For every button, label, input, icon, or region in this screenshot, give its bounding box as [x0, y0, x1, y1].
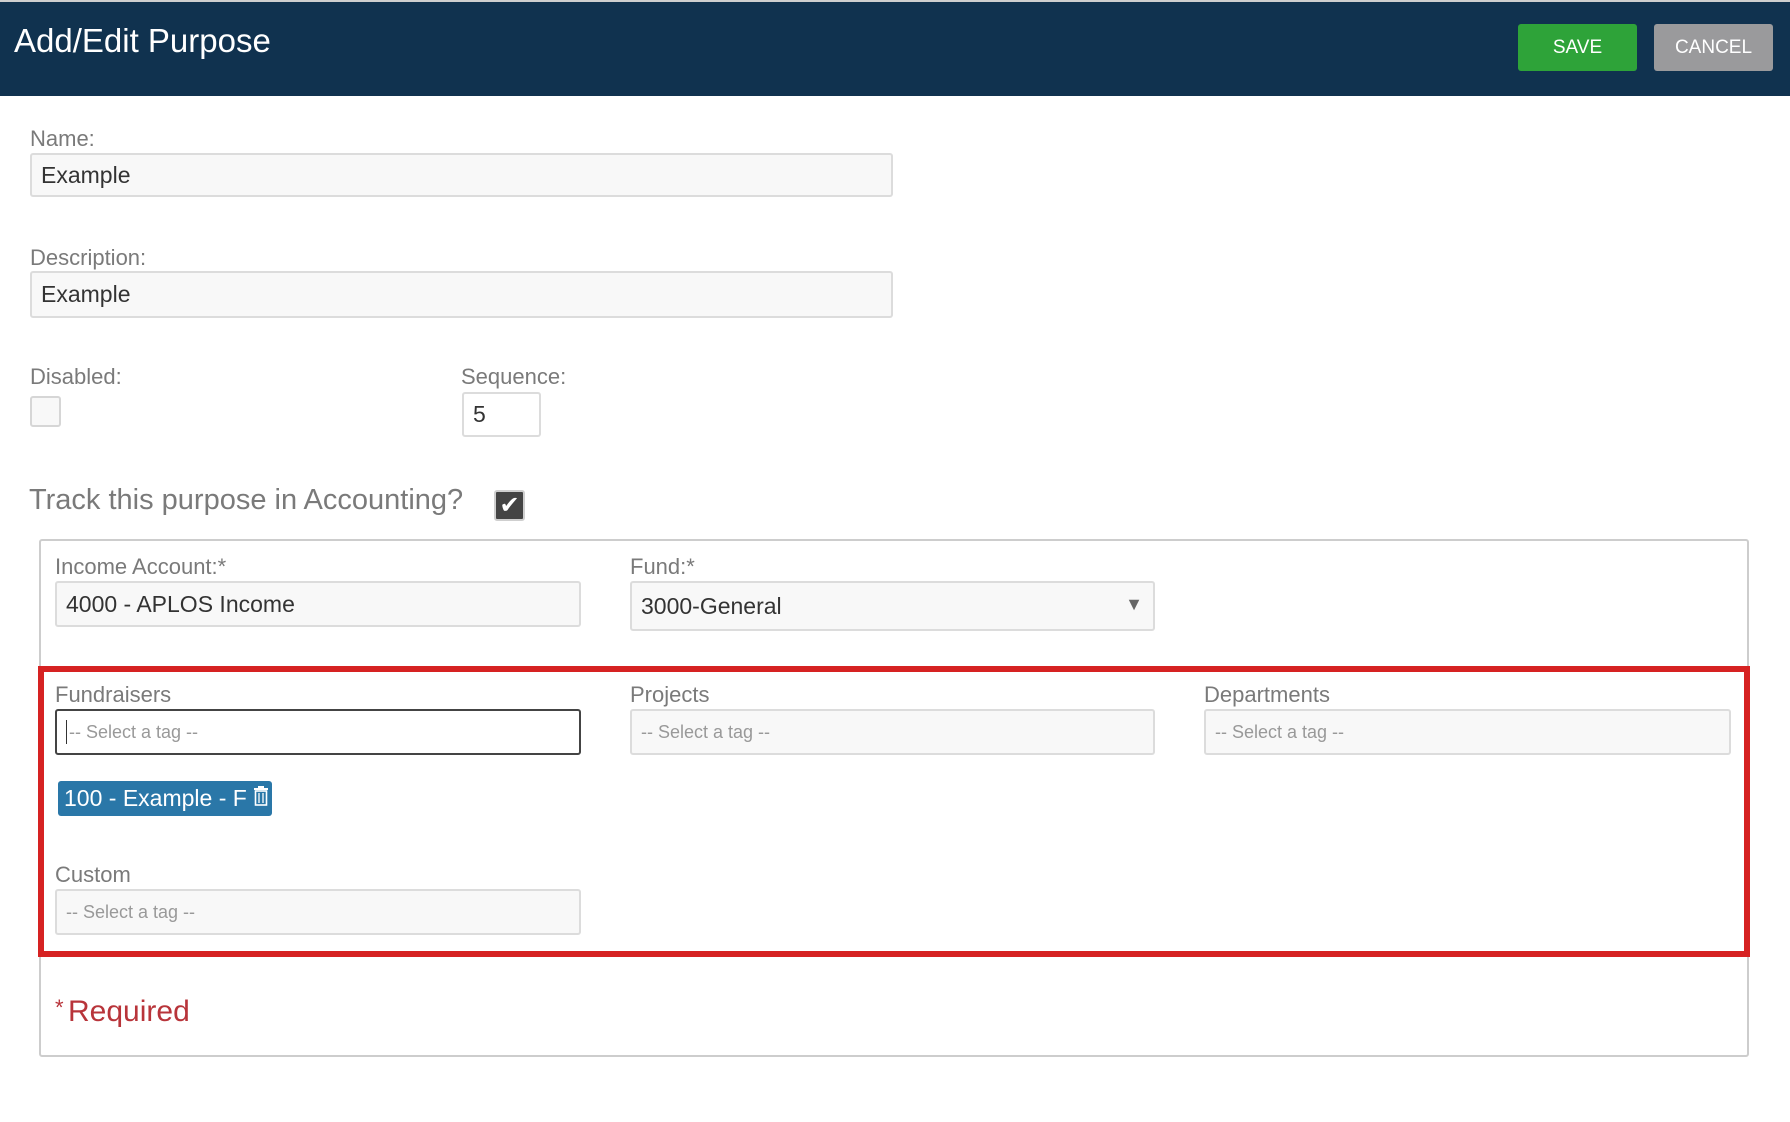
income-account-value: 4000 - APLOS Income: [66, 590, 295, 617]
custom-placeholder: -- Select a tag --: [66, 901, 196, 922]
disabled-checkbox[interactable]: [30, 396, 61, 427]
description-label: Description:: [30, 245, 147, 270]
name-label: Name:: [30, 126, 95, 151]
required-text: Required: [68, 995, 190, 1028]
track-accounting-checkbox[interactable]: ✔: [494, 490, 525, 521]
page-title: Add/Edit Purpose: [14, 22, 271, 59]
track-accounting-label: Track this purpose in Accounting?: [29, 484, 464, 516]
projects-input[interactable]: -- Select a tag --: [630, 709, 1155, 755]
name-input[interactable]: Example: [30, 153, 893, 197]
projects-placeholder: -- Select a tag --: [641, 721, 771, 742]
departments-label: Departments: [1204, 682, 1330, 707]
sequence-value: 5: [473, 401, 486, 427]
text-cursor: [66, 720, 67, 744]
name-value: Example: [41, 161, 131, 188]
departments-input[interactable]: -- Select a tag --: [1204, 709, 1731, 755]
fund-select[interactable]: 3000-General ▼: [630, 581, 1155, 631]
fundraisers-placeholder: -- Select a tag --: [69, 721, 199, 742]
sequence-label: Sequence:: [461, 364, 567, 389]
description-input[interactable]: Example: [30, 271, 893, 318]
fund-label: Fund:*: [630, 554, 695, 579]
save-button[interactable]: SAVE: [1518, 24, 1637, 71]
disabled-label: Disabled:: [30, 364, 122, 389]
income-account-input[interactable]: 4000 - APLOS Income: [55, 581, 581, 627]
sequence-input[interactable]: 5: [462, 392, 541, 437]
required-note: * Required: [55, 995, 190, 1029]
cancel-button[interactable]: CANCEL: [1654, 24, 1773, 71]
custom-input[interactable]: -- Select a tag --: [55, 889, 581, 935]
required-star: *: [55, 995, 64, 1020]
description-value: Example: [41, 281, 131, 307]
trash-icon[interactable]: [253, 785, 269, 812]
fundraisers-label: Fundraisers: [55, 682, 172, 707]
projects-label: Projects: [630, 682, 710, 707]
departments-placeholder: -- Select a tag --: [1215, 721, 1345, 742]
fundraiser-tag: 100 - Example - F: [58, 781, 272, 816]
fundraiser-tag-label: 100 - Example - F: [64, 785, 247, 811]
income-account-label: Income Account:*: [55, 554, 227, 579]
fund-value: 3000-General: [641, 592, 782, 619]
checkmark-icon: ✔: [499, 492, 520, 519]
custom-label: Custom: [55, 862, 131, 887]
fundraisers-input[interactable]: -- Select a tag --: [55, 709, 581, 755]
chevron-down-icon: ▼: [1125, 594, 1143, 614]
